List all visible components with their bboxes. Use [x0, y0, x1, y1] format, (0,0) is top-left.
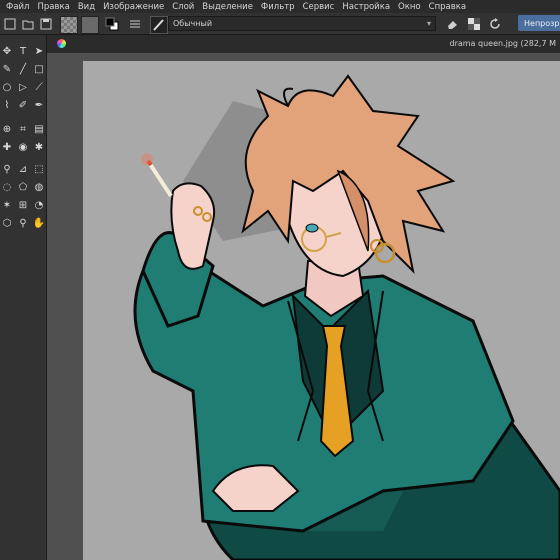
menu-item-0[interactable]: Файл: [2, 2, 33, 12]
toolbox-panel: ✥ T ➤ ✎ ╱ □ ○ ▷ ⟋ ⌇ ✐ ✒ ⊕ ⌗ ▤ ✚ ◉ ✱ ⚲ ⊿ ⬚ ◌ ⬠ ◍ ✶ ⊞ ◔ ⬡ ⚲ ✋: [0, 35, 47, 560]
bezier-select-icon[interactable]: ◔: [33, 199, 45, 211]
artwork-illustration: [133, 74, 560, 560]
menu-item-5[interactable]: Выделение: [198, 2, 257, 12]
tool-options-bar: Обычный ▾: [0, 13, 560, 35]
rect-icon[interactable]: □: [33, 63, 45, 75]
menu-item-7[interactable]: Сервис: [299, 2, 339, 12]
new-document-icon[interactable]: [2, 16, 18, 32]
polygon-icon[interactable]: ▷: [17, 81, 29, 93]
text-icon[interactable]: T: [17, 45, 29, 57]
menu-item-10[interactable]: Справка: [425, 2, 470, 12]
opacity-button[interactable]: Непрозр: [518, 15, 560, 31]
blend-mode-value: Обычный: [173, 19, 213, 28]
pointer-icon[interactable]: ➤: [33, 45, 45, 57]
ellipse-select-icon[interactable]: ◌: [1, 181, 13, 193]
crop-icon[interactable]: ⌗: [17, 123, 29, 135]
rect-select-icon[interactable]: ⬚: [33, 163, 45, 175]
colorpicker-icon[interactable]: ✚: [1, 141, 13, 153]
brush-preset-icon[interactable]: [150, 16, 168, 34]
chevron-down-icon: ▾: [426, 19, 431, 28]
color-wheel-icon[interactable]: [57, 39, 66, 48]
freehand-select-icon[interactable]: ◍: [33, 181, 45, 193]
save-document-icon[interactable]: [38, 16, 54, 32]
menu-item-9[interactable]: Окно: [394, 2, 425, 12]
line-icon[interactable]: ╱: [17, 63, 29, 75]
reload-preset-icon[interactable]: [487, 16, 503, 32]
preserve-alpha-icon[interactable]: [466, 16, 482, 32]
gradient-swatch-icon[interactable]: [81, 16, 99, 34]
polygon-select-icon[interactable]: ⬠: [17, 181, 29, 193]
fg-bg-colors-icon[interactable]: [104, 16, 120, 32]
freehand-path-icon[interactable]: ✐: [17, 99, 29, 111]
menu-item-3[interactable]: Изображение: [99, 2, 168, 12]
contiguous-select-icon[interactable]: ✶: [1, 199, 13, 211]
similar-select-icon[interactable]: ⊞: [17, 199, 29, 211]
brush-settings-icon[interactable]: [127, 16, 143, 32]
calligraphy-icon[interactable]: ✒: [33, 99, 45, 111]
artwork-canvas[interactable]: [83, 61, 560, 560]
eraser-mode-icon[interactable]: [444, 16, 460, 32]
menu-item-8[interactable]: Настройка: [338, 2, 394, 12]
pan-icon[interactable]: ✋: [33, 217, 45, 229]
open-document-icon[interactable]: [20, 16, 36, 32]
move-icon[interactable]: ✥: [1, 45, 13, 57]
fill-icon[interactable]: ◉: [17, 141, 29, 153]
document-title[interactable]: drama queen.jpg (282,7 M: [449, 39, 556, 48]
measure-icon[interactable]: ⊿: [17, 163, 29, 175]
zoom-icon[interactable]: ⚲: [17, 217, 29, 229]
path-icon[interactable]: ⌇: [1, 99, 13, 111]
menu-item-4[interactable]: Слой: [168, 2, 198, 12]
canvas-area[interactable]: [47, 53, 560, 560]
blend-mode-select[interactable]: Обычный ▾: [168, 16, 436, 31]
gradient-icon[interactable]: ▤: [33, 123, 45, 135]
transform-icon[interactable]: ⊕: [1, 123, 13, 135]
document-tab-bar: drama queen.jpg (282,7 M: [47, 35, 560, 53]
fill-pattern-icon[interactable]: [60, 16, 78, 34]
assistant-icon[interactable]: ⚲: [1, 163, 13, 175]
menu-bar: Файл Правка Вид Изображение Слой Выделение Фил…: [0, 0, 560, 13]
smart-patch-icon[interactable]: ✱: [33, 141, 45, 153]
menu-item-2[interactable]: Вид: [74, 2, 99, 12]
menu-item-6[interactable]: Фильтр: [257, 2, 299, 12]
ellipse-icon[interactable]: ○: [1, 81, 13, 93]
magnetic-select-icon[interactable]: ⬡: [1, 217, 13, 229]
polyline-icon[interactable]: ⟋: [33, 81, 45, 93]
brush-icon[interactable]: ✎: [1, 63, 13, 75]
menu-item-1[interactable]: Правка: [33, 2, 73, 12]
